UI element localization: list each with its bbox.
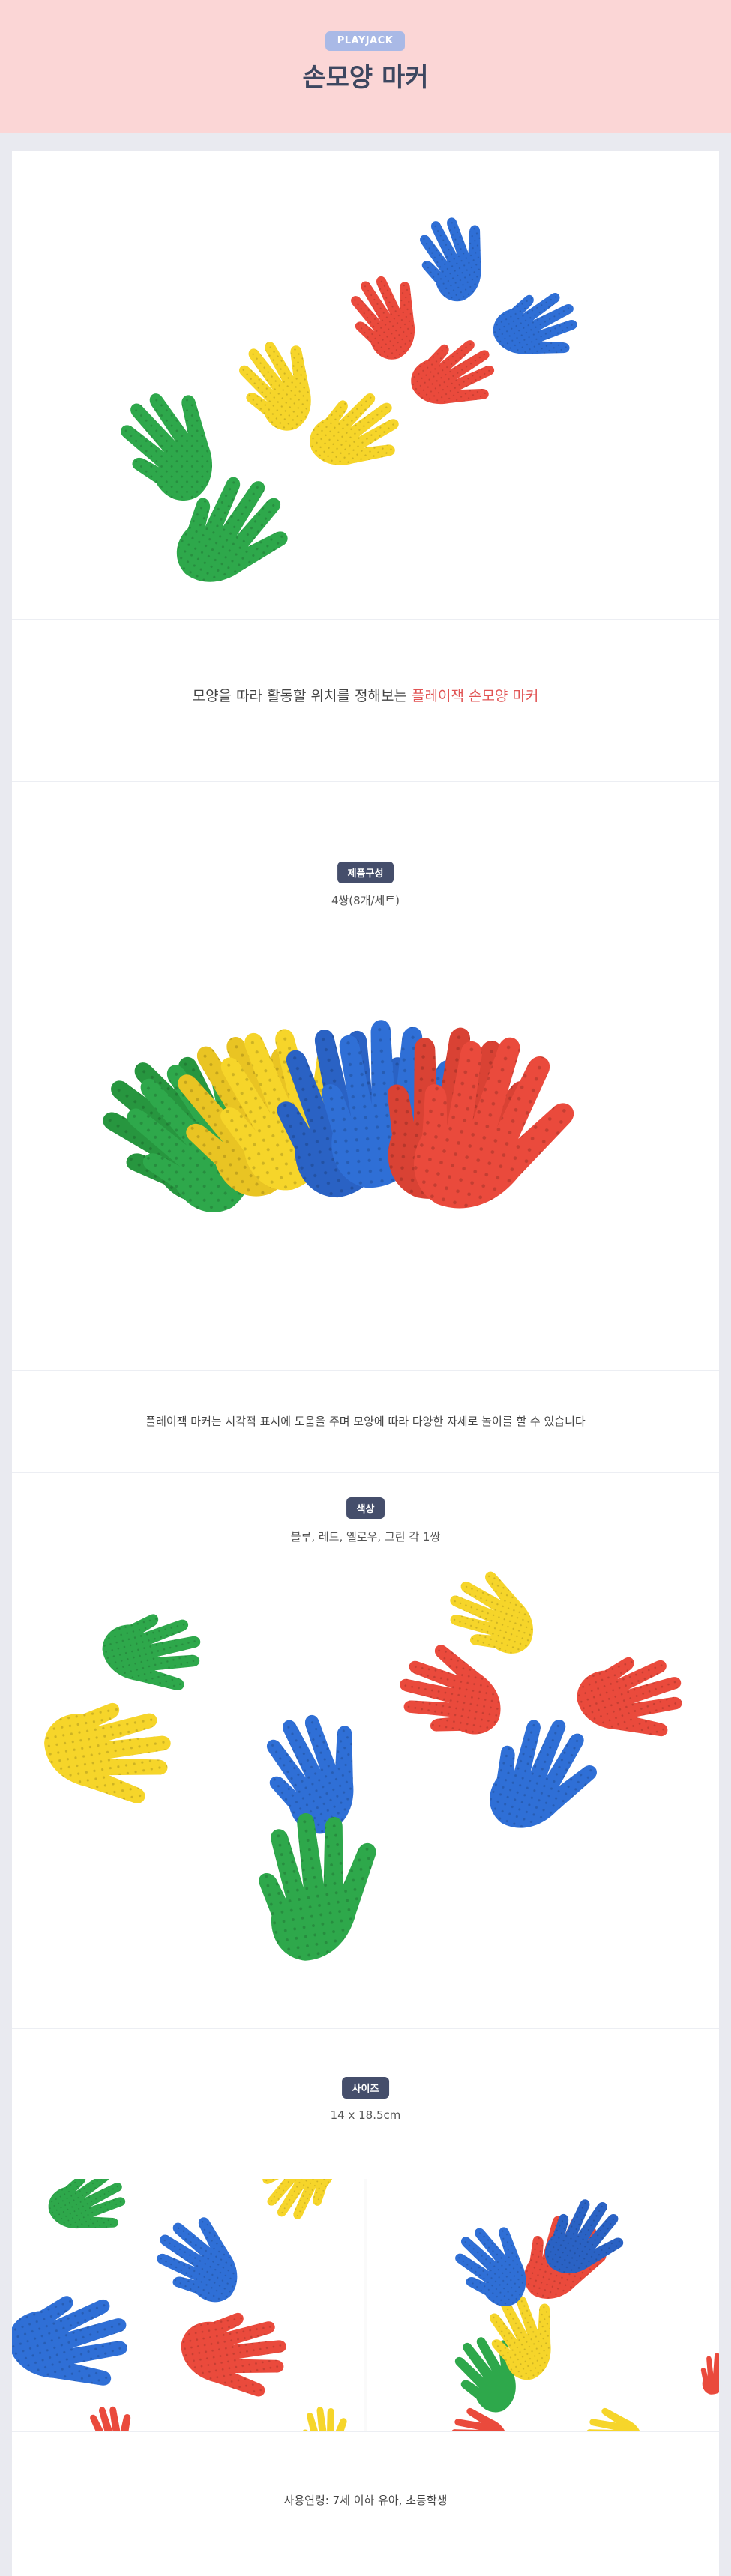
section-divider: [12, 619, 719, 620]
section-divider: [12, 2431, 719, 2432]
size-photo-right: [367, 2179, 719, 2431]
hand-marker-red: [80, 2398, 143, 2431]
hand-marker-blue: [142, 2203, 259, 2313]
hand-marker-red: [336, 261, 441, 369]
hand-marker-red: [568, 1642, 697, 1760]
hand-marker-red: [392, 1639, 511, 1742]
section-divider: [12, 781, 719, 782]
hand-marker-yellow: [438, 1561, 549, 1663]
composition-caption: 플레이잭 마커는 시각적 표시에 도움을 주며 모양에 따라 다양한 자세로 놀…: [145, 1415, 586, 1428]
hand-marker-red: [176, 2306, 295, 2409]
age-info: 사용연령: 7세 이하 유아, 초등학생: [283, 2494, 448, 2507]
section-divider: [12, 1370, 719, 1371]
hand-marker-yellow: [250, 2179, 343, 2231]
hero-image: [12, 151, 719, 619]
tagline-text: 모양을 따라 활동할 위치를 정해보는: [192, 688, 412, 704]
composition-badge: 제품구성: [337, 862, 394, 883]
hand-marker-yellow: [39, 1694, 181, 1818]
hand-marker-red: [401, 325, 510, 430]
header-banner: PLAYJACK 손모양 마커: [0, 0, 731, 133]
hand-marker-green: [40, 2179, 139, 2252]
hand-marker-blue: [405, 203, 507, 310]
brand-badge: PLAYJACK: [325, 31, 405, 51]
composition-value: 4쌍(8개/세트): [331, 894, 400, 907]
tagline-highlight: 플레이잭 손모양 마커: [412, 688, 539, 704]
hand-marker-yellow: [298, 2402, 354, 2431]
size-photo-panel: [12, 2179, 719, 2431]
composition-image: [12, 938, 719, 1388]
hand-marker-yellow: [586, 2407, 643, 2431]
colors-image: [12, 1560, 719, 1965]
size-value: 14 x 18.5cm: [330, 2108, 401, 2122]
page-title: 손모양 마커: [302, 63, 429, 93]
intro-tagline: 모양을 따라 활동할 위치를 정해보는 플레이잭 손모양 마커: [12, 685, 719, 705]
hand-marker-red: [700, 2353, 719, 2395]
size-badge: 사이즈: [341, 2077, 390, 2099]
hand-marker-blue: [478, 1704, 610, 1848]
colors-value: 블루, 레드, 옐로우, 그린 각 1쌍: [290, 1530, 441, 1544]
hand-marker-blue: [484, 278, 592, 380]
section-divider: [12, 1472, 719, 1473]
section-divider: [12, 2028, 719, 2029]
hand-marker-blue: [12, 2279, 144, 2412]
product-detail-card: 모양을 따라 활동할 위치를 정해보는 플레이잭 손모양 마커 제품구성 4쌍(…: [12, 151, 719, 2576]
colors-badge: 색상: [346, 1497, 385, 1519]
hand-marker-blue: [246, 1695, 391, 1846]
size-photo-left: [12, 2179, 364, 2431]
hand-marker-green: [96, 1603, 211, 1707]
hand-marker-yellow: [298, 378, 417, 493]
